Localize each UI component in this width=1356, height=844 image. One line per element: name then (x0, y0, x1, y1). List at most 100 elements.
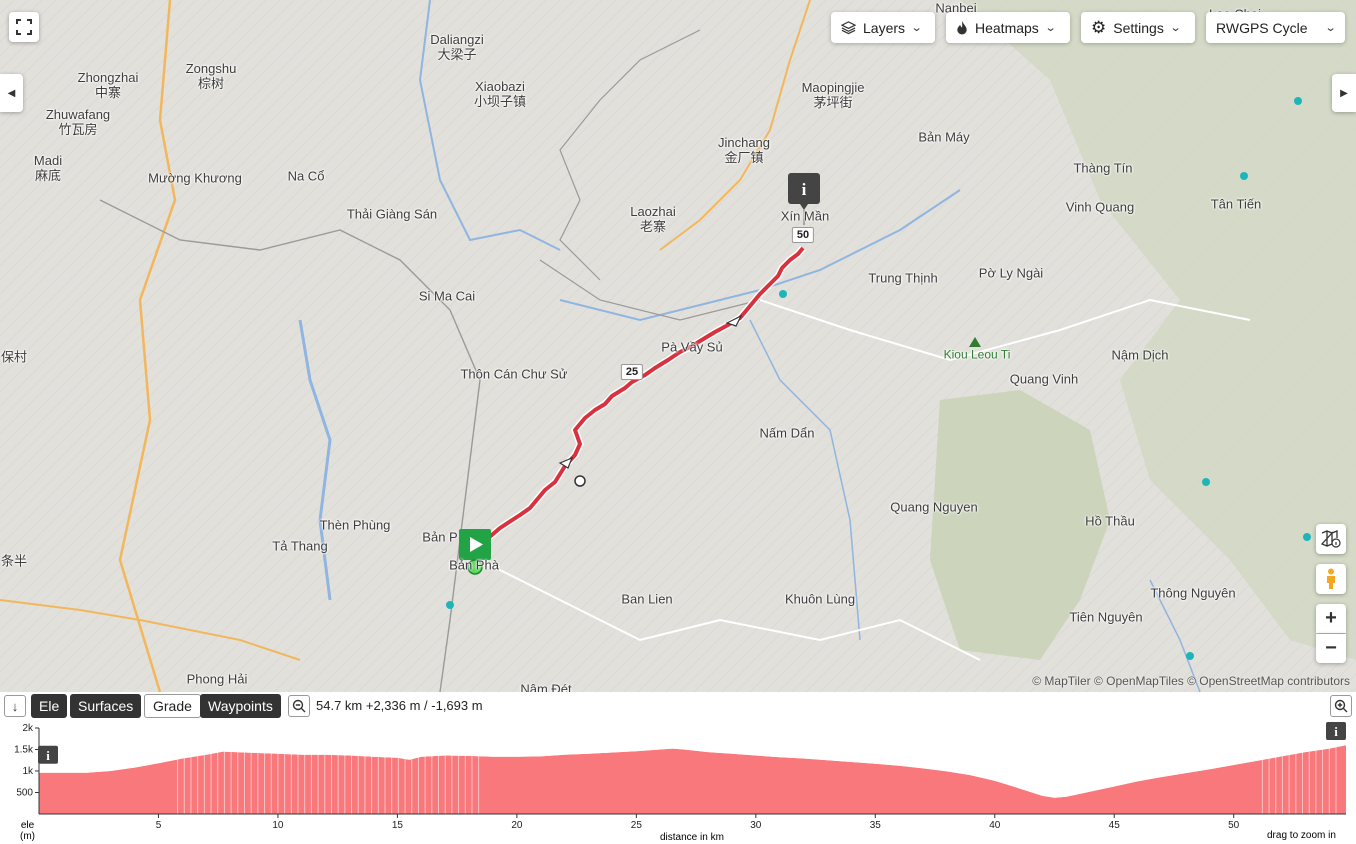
place-label: Maopingjie 茅坪街 (801, 80, 865, 110)
place-label: Thôn Cán Chư Sử (460, 366, 568, 382)
heatmaps-label: Heatmaps (975, 19, 1039, 36)
zoom-out-elevation-button[interactable] (288, 695, 310, 717)
x-tick-label: 5 (156, 820, 162, 831)
settings-button[interactable]: ⚙ Settings ⌄ (1081, 12, 1195, 43)
map-style-select[interactable]: RWGPS Cycle ⌄ (1206, 12, 1345, 43)
y-tick-label: 500 (16, 788, 33, 799)
place-label: Bản Phà (449, 557, 499, 573)
place-label: Thông Nguyên (1150, 585, 1236, 601)
place-label: Bản P (422, 529, 458, 545)
zoom-in-elevation-button[interactable] (1330, 695, 1352, 717)
caret-right-icon: ▶ (1340, 87, 1348, 99)
peak-label: Kiou Leou Ti (943, 347, 1011, 362)
zoom-in-button[interactable]: + (1316, 604, 1346, 633)
place-label: Na Cổ (287, 168, 325, 184)
drag-hint: drag to zoom in (1267, 830, 1336, 841)
layers-button[interactable]: Layers ⌄ (831, 12, 935, 43)
x-tick-label: 20 (511, 820, 523, 831)
caret-left-icon: ◀ (7, 87, 16, 99)
place-label: Quang Nguyen (890, 499, 978, 515)
map-info-icon (1321, 530, 1341, 548)
svg-text:i: i (802, 180, 807, 199)
info-icon-glyph: i (46, 748, 50, 763)
km-marker-25: 25 (620, 364, 644, 380)
place-label: Zongshu 棕树 (185, 61, 237, 91)
pegman-icon (1327, 568, 1335, 589)
collapse-elevation-button[interactable]: ↓ (4, 695, 26, 717)
heatmaps-button[interactable]: Heatmaps ⌄ (946, 12, 1070, 43)
plus-icon: + (1325, 607, 1337, 629)
x-tick-label: 50 (1228, 820, 1240, 831)
chart-y-label: ele (m) (20, 820, 35, 842)
chevron-down-icon: ⌄ (1324, 22, 1337, 34)
magnifier-plus-icon (1334, 699, 1348, 713)
x-tick-label: 45 (1109, 820, 1121, 831)
place-label: Zhongzhai 中寨 (77, 70, 139, 100)
elevation-chart[interactable]: 2k 1.5k 1k 500 5 10 15 20 25 30 35 40 45 50 i i (0, 718, 1356, 844)
place-label: Trung Thịnh (868, 270, 938, 286)
place-label: Phong Hải (186, 671, 248, 687)
chart-x-label: distance in km (660, 832, 724, 843)
x-tick-label: 10 (272, 820, 284, 831)
magnifier-minus-icon (292, 699, 306, 713)
street-view-button[interactable] (1316, 564, 1346, 594)
tab-surfaces[interactable]: Surfaces (70, 694, 142, 718)
minus-icon: − (1325, 637, 1337, 659)
collapse-right-button[interactable]: ▶ (1332, 74, 1356, 112)
place-label: Vinh Quang (1065, 199, 1135, 215)
place-label: Pờ Ly Ngài (978, 265, 1044, 281)
y-tick-label: 1k (22, 766, 34, 777)
place-label: Thèn Phùng (319, 517, 391, 533)
place-label: Tiên Nguyên (1069, 609, 1143, 625)
place-label: Si Ma Cai (418, 288, 476, 304)
layers-label: Layers (863, 19, 906, 36)
gear-icon: ⚙ (1091, 17, 1107, 37)
place-label: Pà Vầy Sủ (661, 339, 723, 355)
arrow-down-icon: ↓ (11, 698, 19, 714)
flame-icon (957, 20, 967, 35)
place-label: Jinchang 金厂镇 (717, 135, 771, 165)
chevron-down-icon: ⌄ (910, 22, 923, 34)
x-tick-label: 30 (750, 820, 762, 831)
place-label: Thàng Tín (1073, 160, 1133, 176)
x-tick-label: 35 (870, 820, 882, 831)
tab-ele[interactable]: Ele (31, 694, 68, 718)
map-legend-button[interactable] (1316, 524, 1346, 554)
fullscreen-button[interactable] (9, 12, 39, 42)
place-label: Nậm Đét (520, 681, 572, 693)
chevron-down-icon: ⌄ (1044, 22, 1057, 34)
place-label: Tân Tiến (1210, 196, 1262, 212)
place-label: Xiaobazi 小坝子镇 (473, 79, 527, 109)
place-label: Xín Mần (780, 208, 830, 224)
zoom-out-button[interactable]: − (1316, 634, 1346, 663)
layers-icon (841, 21, 856, 35)
x-tick-label: 40 (989, 820, 1001, 831)
place-label: Nậm Dịch (1111, 347, 1169, 363)
chevron-down-icon: ⌄ (1169, 22, 1182, 34)
place-label: Tả Thang (272, 538, 328, 554)
x-tick-label: 15 (392, 820, 404, 831)
place-label: Laozhai 老寨 (630, 204, 676, 234)
km-marker-50: 50 (791, 227, 815, 243)
map-attribution[interactable]: © MapTiler © OpenMapTiles © OpenStreetMa… (1032, 674, 1350, 688)
place-label: Daliangzi 大梁子 (430, 32, 484, 62)
info-icon-glyph: i (1334, 724, 1338, 739)
place-label: Nấm Dẩn (759, 425, 815, 441)
place-label: Khuôn Lùng (784, 591, 856, 607)
tab-grade[interactable]: Grade (144, 694, 201, 718)
y-tick-label: 1.5k (14, 745, 34, 756)
place-label: Ban Lien (621, 591, 673, 607)
place-label: Zhuwafang 竹瓦房 (45, 107, 111, 137)
collapse-left-button[interactable]: ◀ (0, 74, 23, 112)
route-summary: 54.7 km +2,336 m / -1,693 m (316, 698, 483, 713)
y-tick-label: 2k (22, 723, 34, 734)
place-label: Madi 麻底 (33, 153, 63, 183)
place-label: Mường Khương (148, 170, 242, 186)
x-tick-label: 25 (631, 820, 643, 831)
place-label: Hồ Thầu (1085, 513, 1135, 529)
place-label: Quang Vinh (1009, 371, 1079, 387)
map-view[interactable]: i Daliangzi 大梁子 Zhongzhai 中寨 Zongshu 棕树 Xia… (0, 0, 1356, 692)
place-label: Bản Máy (918, 129, 970, 145)
tab-waypoints[interactable]: Waypoints (200, 694, 281, 718)
map-style-label: RWGPS Cycle (1216, 19, 1308, 36)
